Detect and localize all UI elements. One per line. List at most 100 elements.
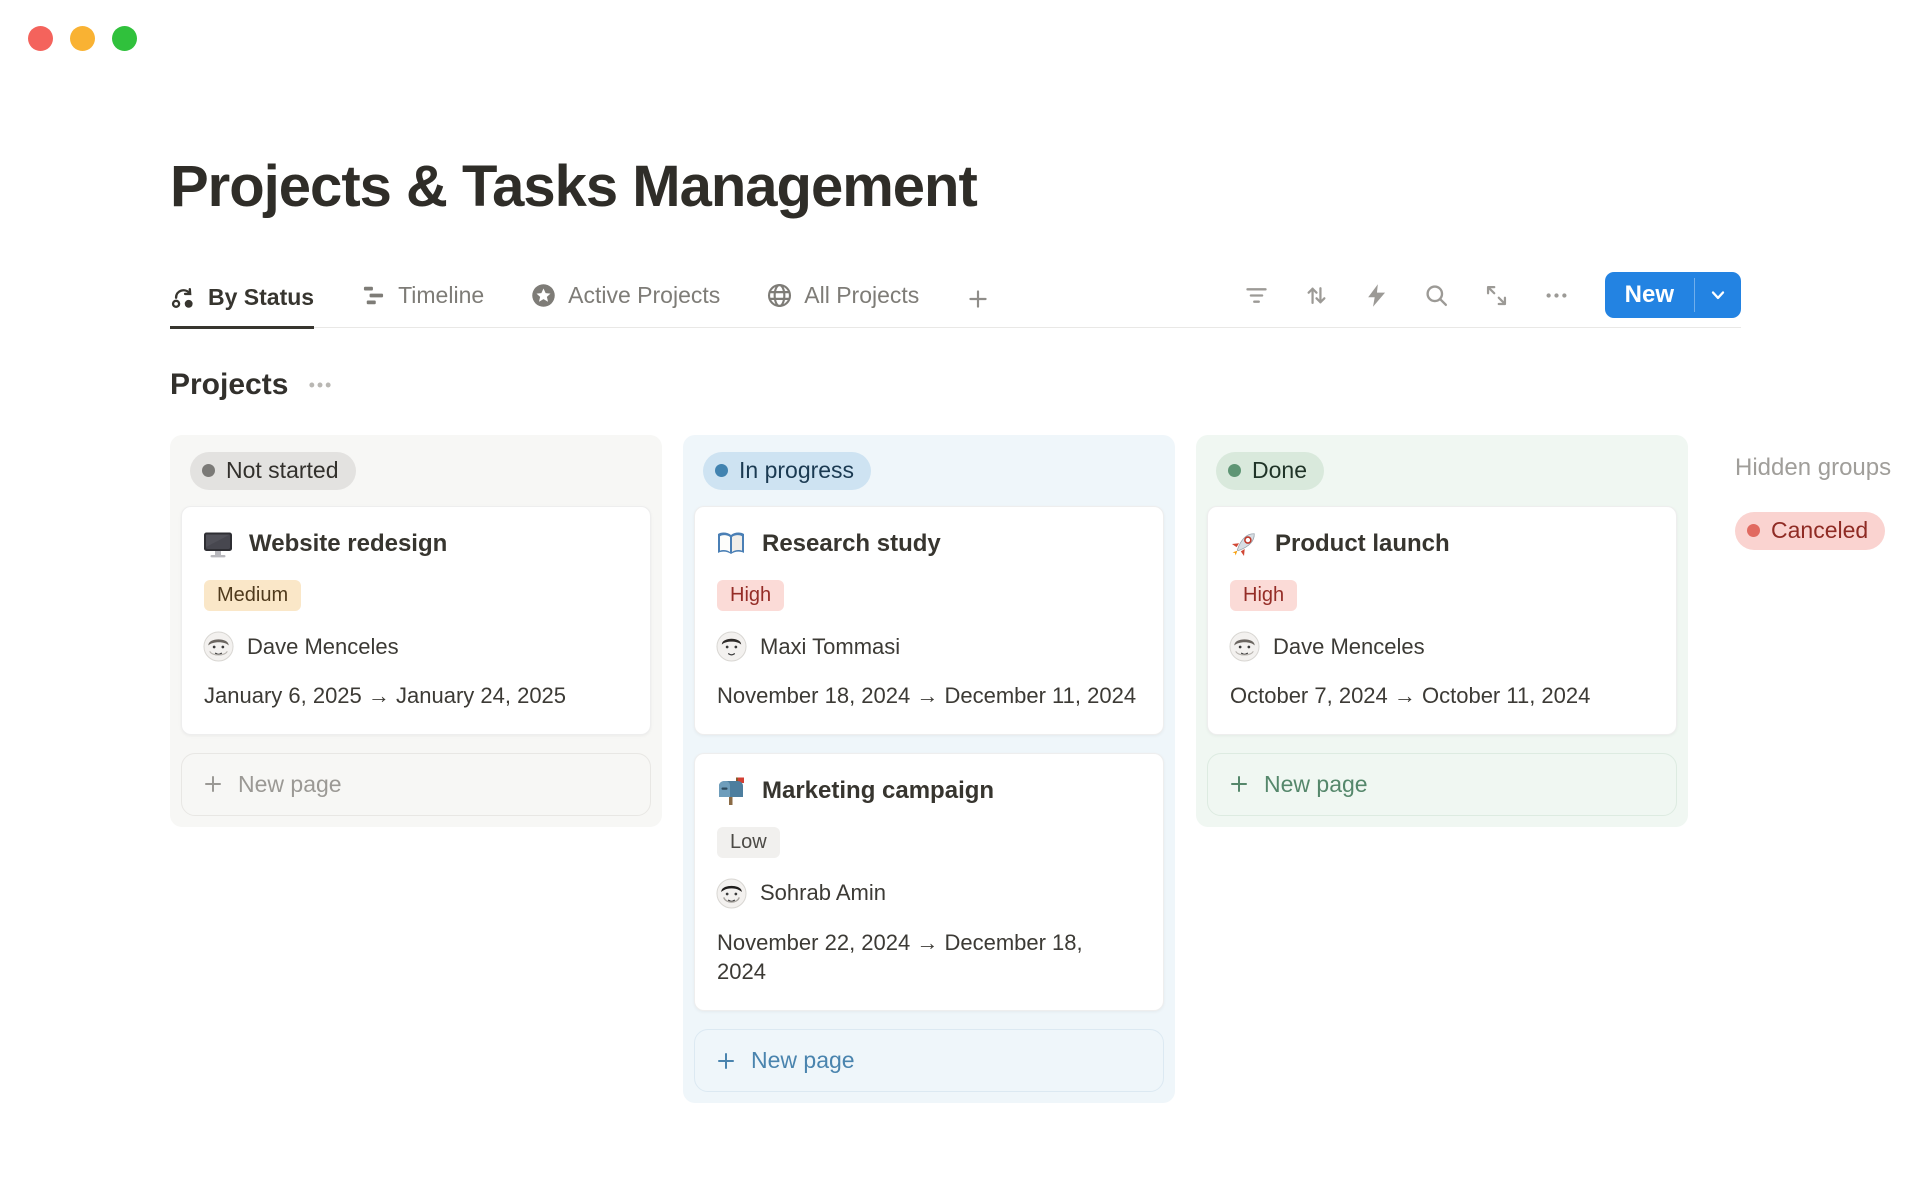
assignee-row: Maxi Tommasi bbox=[716, 631, 1143, 662]
group-label: Canceled bbox=[1771, 517, 1868, 544]
priority-badge: Low bbox=[717, 827, 780, 858]
avatar bbox=[203, 631, 234, 662]
assignee-row: Sohrab Amin bbox=[716, 878, 1143, 909]
search-icon bbox=[1423, 282, 1450, 309]
new-button[interactable]: New bbox=[1605, 272, 1694, 318]
card-title: Research study bbox=[762, 530, 941, 558]
open-book-icon bbox=[715, 528, 747, 560]
section-menu-button[interactable] bbox=[306, 371, 334, 399]
status-dot bbox=[202, 464, 215, 477]
priority-badge: High bbox=[717, 580, 784, 611]
star-circle-icon bbox=[530, 282, 557, 309]
new-page-button[interactable]: New page bbox=[181, 753, 651, 816]
card-title: Marketing campaign bbox=[762, 777, 994, 805]
assignee-name: Dave Menceles bbox=[247, 634, 399, 660]
group-header-in-progress[interactable]: In progress bbox=[703, 452, 871, 490]
new-page-label: New page bbox=[751, 1047, 855, 1074]
card-product-launch[interactable]: Product launch High Dave Menceles Octobe… bbox=[1207, 506, 1677, 735]
card-research-study[interactable]: Research study High Maxi Tommasi Novembe… bbox=[694, 506, 1164, 735]
filter-icon bbox=[1243, 282, 1270, 309]
priority-badge: High bbox=[1230, 580, 1297, 611]
new-page-label: New page bbox=[1264, 771, 1368, 798]
assignee-name: Maxi Tommasi bbox=[760, 634, 900, 660]
group-header-not-started[interactable]: Not started bbox=[190, 452, 356, 490]
lightning-icon bbox=[1363, 282, 1390, 309]
card-marketing-campaign[interactable]: Marketing campaign Low Sohrab Amin Novem… bbox=[694, 753, 1164, 1011]
tab-all-projects[interactable]: All Projects bbox=[766, 282, 919, 327]
new-page-button[interactable]: New page bbox=[694, 1029, 1164, 1092]
hidden-groups-section: Hidden groups Canceled bbox=[1735, 435, 1920, 550]
plus-icon bbox=[714, 1049, 738, 1073]
tab-label: Timeline bbox=[398, 282, 484, 309]
card-title: Website redesign bbox=[249, 530, 447, 558]
date-range: November 18, 2024 → December 11, 2024 bbox=[717, 681, 1143, 711]
avatar bbox=[1229, 631, 1260, 662]
avatar bbox=[716, 631, 747, 662]
expand-icon bbox=[1483, 282, 1510, 309]
add-view-button[interactable] bbox=[965, 286, 991, 327]
more-button[interactable] bbox=[1541, 280, 1572, 311]
globe-icon bbox=[766, 282, 793, 309]
group-header-canceled[interactable]: Canceled bbox=[1735, 512, 1885, 550]
close-window-button[interactable] bbox=[28, 26, 53, 51]
ellipsis-icon bbox=[306, 371, 334, 399]
chevron-down-icon bbox=[1708, 285, 1728, 305]
kanban-board: Not started Website redesign Medium bbox=[170, 435, 1920, 1103]
avatar bbox=[716, 878, 747, 909]
section-title: Projects bbox=[170, 368, 288, 402]
status-dot bbox=[1228, 464, 1241, 477]
new-button-group: New bbox=[1605, 272, 1741, 318]
new-page-label: New page bbox=[238, 771, 342, 798]
group-label: In progress bbox=[739, 457, 854, 484]
assignee-row: Dave Menceles bbox=[203, 631, 630, 662]
group-header-done[interactable]: Done bbox=[1216, 452, 1324, 490]
tab-by-status[interactable]: By Status bbox=[170, 284, 314, 329]
mailbox-icon bbox=[715, 775, 747, 807]
minimize-window-button[interactable] bbox=[70, 26, 95, 51]
view-toolbar: New bbox=[1241, 272, 1741, 327]
new-dropdown-button[interactable] bbox=[1695, 272, 1741, 318]
status-dot bbox=[715, 464, 728, 477]
plus-icon bbox=[965, 286, 991, 312]
section-header: Projects bbox=[170, 368, 1920, 402]
plus-icon bbox=[1227, 772, 1251, 796]
search-button[interactable] bbox=[1421, 280, 1452, 311]
page-title: Projects & Tasks Management bbox=[170, 150, 1920, 224]
tab-timeline[interactable]: Timeline bbox=[360, 282, 484, 327]
card-title: Product launch bbox=[1275, 530, 1450, 558]
column-not-started: Not started Website redesign Medium bbox=[170, 435, 662, 827]
automation-button[interactable] bbox=[1361, 280, 1392, 311]
sort-button[interactable] bbox=[1301, 280, 1332, 311]
ellipsis-icon bbox=[1543, 282, 1570, 309]
plus-icon bbox=[201, 772, 225, 796]
view-tabbar: By Status Timeline Active Projects bbox=[170, 272, 1741, 328]
window-controls bbox=[28, 26, 137, 51]
priority-badge: Medium bbox=[204, 580, 301, 611]
desktop-computer-icon bbox=[202, 528, 234, 560]
hidden-groups-label: Hidden groups bbox=[1735, 454, 1920, 482]
assignee-name: Dave Menceles bbox=[1273, 634, 1425, 660]
status-board-icon bbox=[170, 284, 197, 311]
group-label: Not started bbox=[226, 457, 339, 484]
assignee-name: Sohrab Amin bbox=[760, 880, 886, 906]
status-dot bbox=[1747, 524, 1760, 537]
tab-active-projects[interactable]: Active Projects bbox=[530, 282, 720, 327]
assignee-row: Dave Menceles bbox=[1229, 631, 1656, 662]
tab-label: Active Projects bbox=[568, 282, 720, 309]
sort-icon bbox=[1303, 282, 1330, 309]
page-content: Projects & Tasks Management By Status Ti… bbox=[0, 0, 1920, 1103]
timeline-icon bbox=[360, 282, 387, 309]
expand-button[interactable] bbox=[1481, 280, 1512, 311]
new-page-button[interactable]: New page bbox=[1207, 753, 1677, 816]
filter-button[interactable] bbox=[1241, 280, 1272, 311]
tab-label: All Projects bbox=[804, 282, 919, 309]
date-range: November 22, 2024 → December 18, 2024 bbox=[717, 928, 1102, 987]
column-in-progress: In progress Research study High bbox=[683, 435, 1175, 1103]
tab-label: By Status bbox=[208, 284, 314, 311]
rocket-icon bbox=[1228, 528, 1260, 560]
date-range: October 7, 2024 → October 11, 2024 bbox=[1230, 681, 1656, 711]
zoom-window-button[interactable] bbox=[112, 26, 137, 51]
column-done: Done Product launch High bbox=[1196, 435, 1688, 827]
group-label: Done bbox=[1252, 457, 1307, 484]
card-website-redesign[interactable]: Website redesign Medium Dave Menceles Ja… bbox=[181, 506, 651, 735]
